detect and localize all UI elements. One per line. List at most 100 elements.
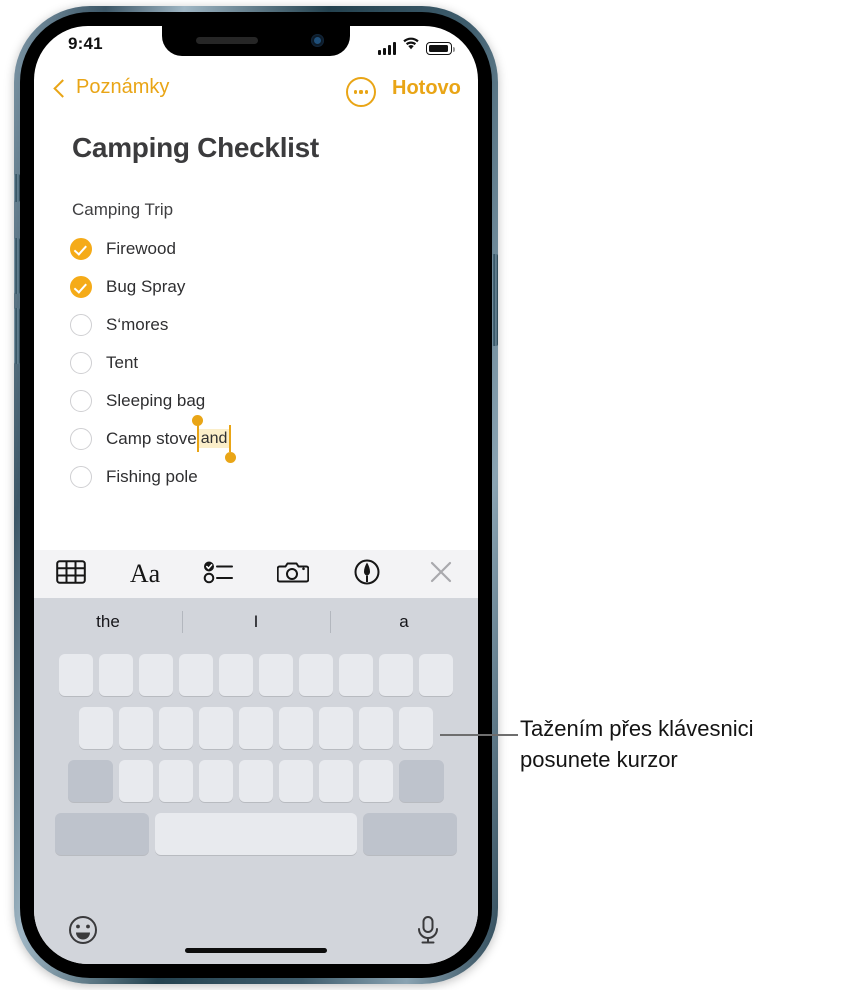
text-selection[interactable]: and (191, 415, 237, 463)
status-time: 9:41 (68, 34, 103, 53)
earpiece-speaker-icon (196, 37, 258, 44)
keyboard-key[interactable] (159, 707, 193, 749)
status-icons (378, 37, 456, 55)
text-format-button[interactable]: Aa (108, 550, 182, 598)
keyboard-key[interactable] (239, 707, 273, 749)
chevron-left-icon (53, 78, 72, 98)
format-toolbar: Aa (34, 550, 478, 598)
ellipsis-circle-icon[interactable] (346, 77, 376, 107)
insert-table-button[interactable] (34, 550, 108, 598)
keyboard-key[interactable] (279, 760, 313, 802)
checkbox-empty-icon[interactable] (70, 390, 92, 412)
mute-switch-button[interactable] (14, 174, 20, 202)
note-title: Camping Checklist (72, 132, 319, 163)
phone-device-frame: 9:41 Poznámky Hotovo Camping Checklist C… (14, 6, 498, 984)
keyboard-key[interactable] (319, 760, 353, 802)
checklist-item-with-selection[interactable]: Camp stove and (70, 415, 450, 463)
checkbox-empty-icon[interactable] (70, 314, 92, 336)
leader-line (440, 734, 518, 736)
checkbox-checked-icon[interactable] (70, 276, 92, 298)
cellular-bars-icon (378, 42, 396, 55)
keyboard-key[interactable] (259, 654, 293, 696)
keyboard-key[interactable] (119, 760, 153, 802)
checklist-item[interactable]: Fishing pole (70, 458, 450, 496)
keyboard-key[interactable] (419, 654, 453, 696)
keyboard-key[interactable] (359, 707, 393, 749)
checklist-item[interactable]: Bug Spray (70, 268, 450, 306)
checkbox-checked-icon[interactable] (70, 238, 92, 260)
return-key[interactable] (363, 813, 457, 855)
checkbox-empty-icon[interactable] (70, 428, 92, 450)
camera-button[interactable] (256, 550, 330, 598)
checklist-item[interactable]: Tent (70, 344, 450, 382)
keyboard-key[interactable] (139, 654, 173, 696)
close-toolbar-button[interactable] (404, 550, 478, 598)
checklist-item-label: Camp stove (106, 429, 197, 448)
shift-key[interactable] (68, 760, 113, 802)
keyboard-key[interactable] (379, 654, 413, 696)
callout-line-1: Tažením přes klávesnici (520, 716, 754, 741)
checklist-item-label: S‘mores (106, 315, 169, 334)
keyboard-key[interactable] (79, 707, 113, 749)
keyboard-key[interactable] (199, 707, 233, 749)
markup-button[interactable] (330, 550, 404, 598)
keyboard-key[interactable] (239, 760, 273, 802)
note-subtitle: Camping Trip (72, 200, 174, 219)
space-key[interactable] (155, 813, 357, 855)
selection-caret-end (228, 425, 232, 452)
numbers-key[interactable] (55, 813, 149, 855)
keyboard-key[interactable] (59, 654, 93, 696)
text-format-aa-icon: Aa (129, 559, 161, 588)
volume-down-button[interactable] (14, 308, 20, 364)
keyboard-key[interactable] (159, 760, 193, 802)
checklist-item-label: Fishing pole (106, 467, 198, 486)
back-to-notes-button[interactable]: Poznámky (53, 76, 169, 99)
emoji-smiley-icon[interactable] (67, 914, 99, 951)
callout-text: Tažením přes klávesnici posunete kurzor (520, 713, 840, 775)
markup-pen-icon (352, 558, 382, 591)
checklist-item[interactable]: S‘mores (70, 306, 450, 344)
keyboard-bottom-bar (34, 906, 478, 964)
suggestion-chip[interactable]: the (34, 598, 182, 645)
keyboard-key[interactable] (279, 707, 313, 749)
keyboard-row-1 (34, 645, 478, 696)
checklist-icon (203, 559, 235, 590)
keyboard-key[interactable] (339, 654, 373, 696)
suggestion-chip[interactable]: I (182, 598, 330, 645)
keyboard-key[interactable] (319, 707, 353, 749)
keyboard-key[interactable] (119, 707, 153, 749)
keyboard-row-3 (34, 760, 478, 802)
suggestion-chip[interactable]: a (330, 598, 478, 645)
keyboard-key[interactable] (219, 654, 253, 696)
callout-line-2: posunete kurzor (520, 747, 678, 772)
checklist-item-label: Sleeping bag (106, 391, 206, 410)
side-power-button[interactable] (492, 254, 498, 346)
checklist-button[interactable] (182, 550, 256, 598)
checklist-item[interactable]: Sleeping bag (70, 382, 450, 420)
keyboard-key[interactable] (399, 707, 433, 749)
volume-up-button[interactable] (14, 238, 20, 294)
selection-caret-start (196, 425, 200, 452)
navigation-bar: Poznámky Hotovo (34, 76, 478, 114)
done-button[interactable]: Hotovo (392, 77, 461, 100)
keyboard-key[interactable] (179, 654, 213, 696)
checklist-item-label: Firewood (106, 239, 176, 258)
keyboard-row-4 (34, 813, 478, 855)
home-indicator[interactable] (185, 948, 327, 953)
keyboard-row-2 (34, 707, 478, 749)
camera-icon (276, 559, 310, 590)
checkbox-empty-icon[interactable] (70, 466, 92, 488)
keyboard-key[interactable] (99, 654, 133, 696)
keyboard-key[interactable] (199, 760, 233, 802)
keyboard-key[interactable] (299, 654, 333, 696)
delete-key[interactable] (399, 760, 444, 802)
close-x-icon (429, 560, 453, 589)
microphone-icon[interactable] (414, 914, 442, 951)
predictive-text-bar: the I a (34, 598, 478, 645)
on-screen-keyboard[interactable] (34, 645, 478, 964)
keyboard-key[interactable] (359, 760, 393, 802)
checklist-item[interactable]: Firewood (70, 230, 450, 268)
checklist-item-label: Tent (106, 353, 139, 372)
checkbox-empty-icon[interactable] (70, 352, 92, 374)
battery-full-icon (426, 42, 456, 55)
